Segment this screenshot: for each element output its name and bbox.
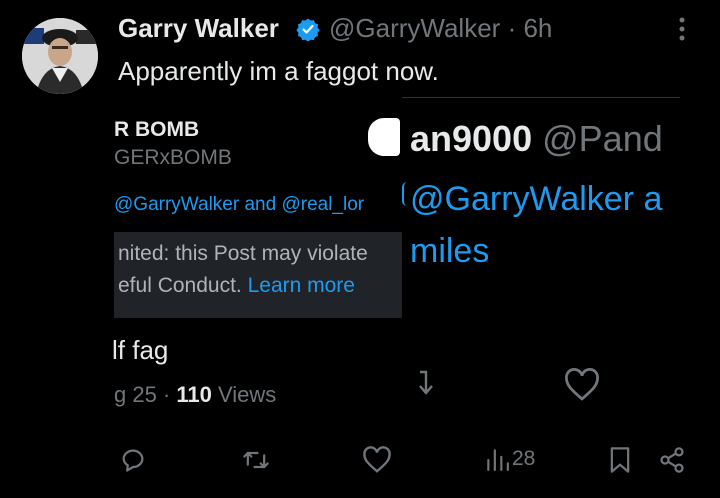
quoted-left-text: lf fag: [112, 335, 169, 365]
quoted-left-meta: g 25 · 110 Views: [114, 382, 276, 408]
views-count[interactable]: 28: [512, 447, 535, 471]
quoted-left-date: g 25 ·: [114, 382, 171, 407]
author-name[interactable]: Garry Walker: [118, 13, 279, 44]
reply-icon[interactable]: [118, 446, 148, 474]
views-icon[interactable]: [484, 446, 510, 472]
quoted-left-name: R BOMB: [114, 118, 200, 141]
quoted-right-avatar-fragment: [368, 118, 400, 156]
quoted-left-handle: GERxBOMB: [114, 146, 232, 169]
quoted-right-replying-to: @GarryWalker a: [410, 180, 663, 218]
more-options-icon[interactable]: [672, 14, 692, 44]
quoted-right-handle: @Pand: [542, 118, 663, 159]
share-icon[interactable]: [658, 446, 686, 474]
notice-line-2: eful Conduct. Learn more: [118, 274, 355, 298]
tweet-text: Apparently im a faggot now.: [118, 56, 439, 86]
like-icon[interactable]: [362, 446, 392, 474]
verified-badge-icon: [296, 18, 320, 41]
quoted-right-header: an9000 @Pand: [410, 118, 663, 160]
author-handle[interactable]: @GarryWalker: [329, 13, 500, 43]
quoted-left-views-count: 110: [176, 382, 212, 407]
quoted-right-name: an9000: [410, 118, 533, 159]
author-handle-and-time[interactable]: @GarryWalker · 6h: [329, 13, 552, 44]
quoted-right-bracket: [402, 182, 407, 206]
repost-icon[interactable]: [240, 446, 272, 474]
content-warning-notice: nited: this Post may violate eful Conduc…: [114, 232, 402, 318]
quoted-left-views-label: Views: [218, 382, 277, 407]
notice-line-2-text: eful Conduct.: [118, 274, 242, 297]
learn-more-link[interactable]: Learn more: [248, 274, 355, 297]
quoted-left-replying-to: @GarryWalker and @real_lor: [114, 194, 365, 215]
post-time[interactable]: · 6h: [508, 13, 553, 43]
notice-line-1: nited: this Post may violate: [118, 242, 368, 265]
divider: [402, 97, 680, 98]
bookmark-icon[interactable]: [608, 446, 632, 474]
quoted-right-like-icon: [565, 368, 599, 401]
avatar-photo: [22, 18, 98, 94]
avatar[interactable]: [22, 18, 98, 94]
quoted-right-reply-arrow-icon: [419, 370, 433, 395]
quoted-right-text: miles: [410, 232, 490, 270]
